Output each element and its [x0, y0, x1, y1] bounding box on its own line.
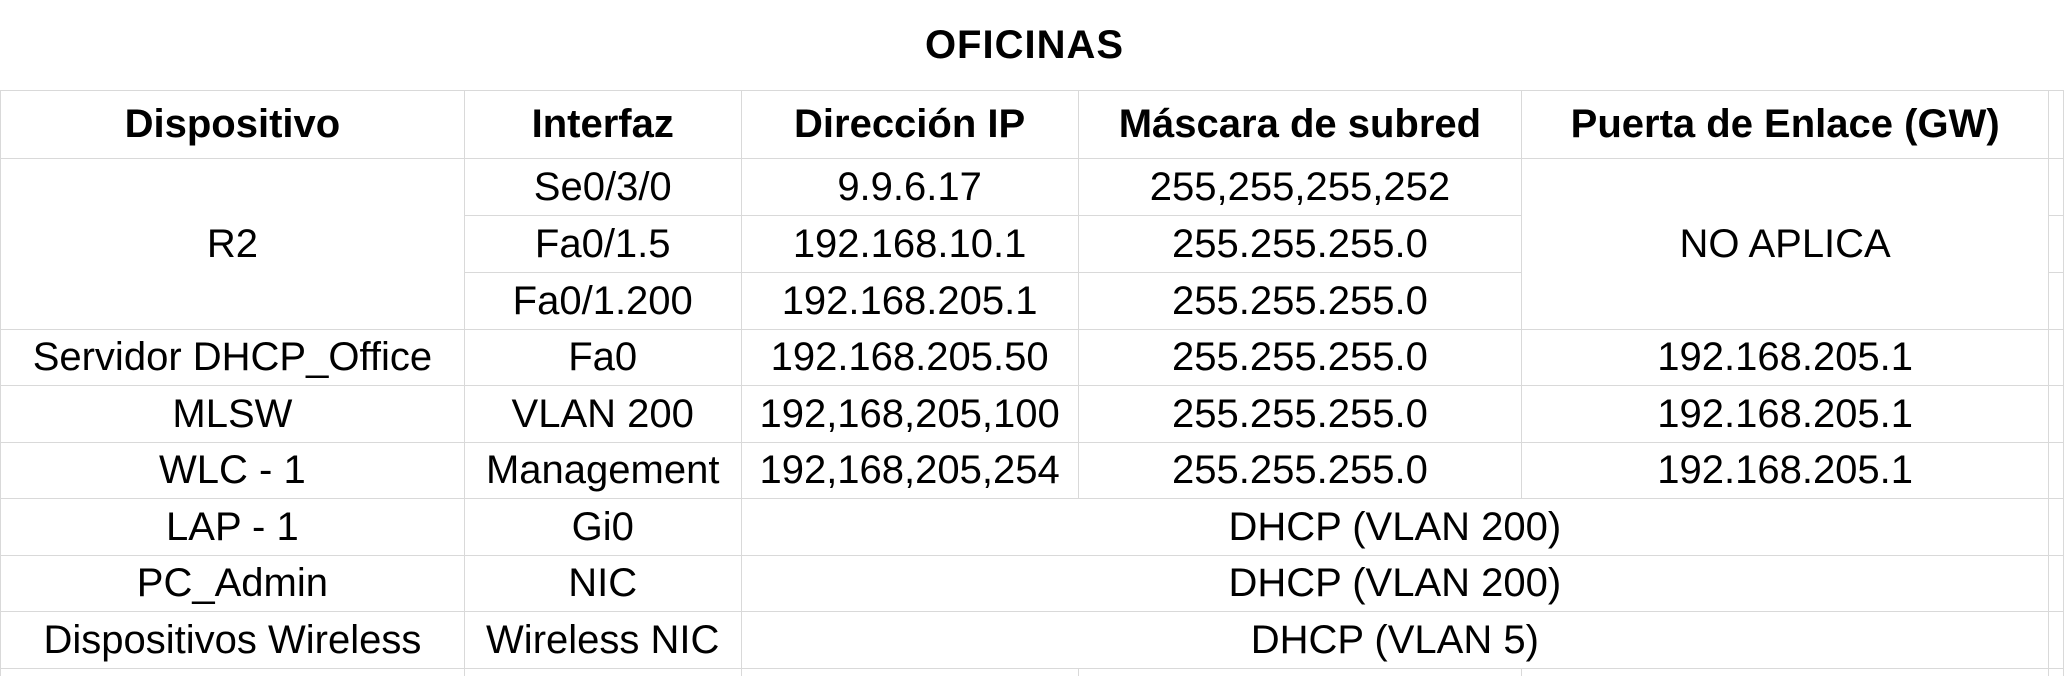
addressing-cell[interactable]: DHCP (VLAN 200)	[740, 554, 2050, 612]
device-cell[interactable]: WLC - 1	[0, 441, 465, 499]
empty-cell[interactable]	[2048, 214, 2064, 273]
header-interface[interactable]: Interfaz	[463, 89, 742, 159]
empty-cell[interactable]	[2048, 441, 2064, 499]
device-cell[interactable]: MLSW	[0, 384, 465, 443]
empty-cell[interactable]	[2048, 610, 2064, 669]
title-row: OFICINAS	[0, 0, 2064, 91]
ip-cell[interactable]: 192,168,205,254	[740, 441, 1079, 499]
interface-cell[interactable]: NIC	[463, 554, 742, 612]
addressing-cell[interactable]: DHCP (VLAN 5)	[740, 610, 2050, 669]
empty-cell[interactable]	[2048, 89, 2064, 159]
interface-cell[interactable]: Wireless NIC	[463, 610, 742, 669]
ip-cell[interactable]: 192.168.205.50	[740, 328, 1079, 386]
empty-cell[interactable]	[1077, 667, 1523, 676]
header-row: Dispositivo Interfaz Dirección IP Máscar…	[0, 89, 2064, 159]
gateway-cell[interactable]: 192.168.205.1	[1521, 441, 2049, 499]
mask-cell[interactable]: 255.255.255.0	[1077, 271, 1523, 330]
empty-cell[interactable]	[740, 667, 1079, 676]
gateway-cell[interactable]: NO APLICA	[1521, 157, 2049, 330]
device-cell[interactable]: R2	[0, 157, 465, 330]
header-ip[interactable]: Dirección IP	[740, 89, 1079, 159]
empty-cell[interactable]	[2048, 497, 2064, 556]
table-row: MLSW VLAN 200 192,168,205,100 255.255.25…	[0, 384, 2064, 443]
interface-cell[interactable]: Se0/3/0	[463, 157, 742, 216]
interface-cell[interactable]: Fa0/1.200	[463, 271, 742, 330]
table-row: LAP - 1 Gi0 DHCP (VLAN 200)	[0, 497, 2064, 556]
empty-cell[interactable]	[2048, 271, 2064, 330]
ip-cell[interactable]: 192.168.10.1	[740, 214, 1079, 273]
offices-table: OFICINAS Dispositivo Interfaz Dirección …	[0, 0, 2064, 676]
empty-cell[interactable]	[2048, 667, 2064, 676]
gateway-cell[interactable]: 192.168.205.1	[1521, 328, 2049, 386]
header-mask[interactable]: Máscara de subred	[1077, 89, 1523, 159]
empty-cell[interactable]	[2048, 0, 2064, 91]
ip-cell[interactable]: 9.9.6.17	[740, 157, 1079, 216]
table-row: R2 Se0/3/0 9.9.6.17 255,255,255,252 NO A…	[0, 157, 2064, 330]
header-device[interactable]: Dispositivo	[0, 89, 465, 159]
device-cell[interactable]: PC_Admin	[0, 554, 465, 612]
empty-cell[interactable]	[2048, 554, 2064, 612]
mask-cell[interactable]: 255.255.255.0	[1077, 328, 1523, 386]
interface-cell[interactable]: VLAN 200	[463, 384, 742, 443]
header-gateway[interactable]: Puerta de Enlace (GW)	[1521, 89, 2049, 159]
empty-cell[interactable]	[2048, 328, 2064, 386]
empty-cell[interactable]	[2048, 384, 2064, 443]
mask-cell[interactable]: 255.255.255.0	[1077, 214, 1523, 273]
device-cell[interactable]: LAP - 1	[0, 497, 465, 556]
addressing-cell[interactable]: DHCP (VLAN 200)	[740, 497, 2050, 556]
mask-cell[interactable]: 255.255.255.0	[1077, 441, 1523, 499]
device-cell[interactable]: Servidor DHCP_Office	[0, 328, 465, 386]
table-row: Servidor DHCP_Office Fa0 192.168.205.50 …	[0, 328, 2064, 386]
table-row: WLC - 1 Management 192,168,205,254 255.2…	[0, 441, 2064, 499]
empty-cell[interactable]	[2048, 157, 2064, 216]
interface-cell[interactable]: Fa0	[463, 328, 742, 386]
interface-cell[interactable]: Gi0	[463, 497, 742, 556]
gateway-cell[interactable]: 192.168.205.1	[1521, 384, 2049, 443]
interface-cell[interactable]: Management	[463, 441, 742, 499]
spreadsheet: OFICINAS Dispositivo Interfaz Dirección …	[0, 0, 2064, 678]
ip-cell[interactable]: 192,168,205,100	[740, 384, 1079, 443]
interface-cell[interactable]: Fa0/1.5	[463, 214, 742, 273]
empty-cell[interactable]	[463, 667, 742, 676]
empty-cell[interactable]	[0, 667, 465, 676]
mask-cell[interactable]: 255.255.255.0	[1077, 384, 1523, 443]
table-row: PC_Admin NIC DHCP (VLAN 200)	[0, 554, 2064, 612]
table-row: Dispositivos Wireless Wireless NIC DHCP …	[0, 610, 2064, 669]
mask-cell[interactable]: 255,255,255,252	[1077, 157, 1523, 216]
ip-cell[interactable]: 192.168.205.1	[740, 271, 1079, 330]
empty-cell[interactable]	[1521, 667, 2049, 676]
device-cell[interactable]: Dispositivos Wireless	[0, 610, 465, 669]
sheet-title[interactable]: OFICINAS	[0, 0, 2049, 91]
empty-row	[0, 667, 2064, 676]
